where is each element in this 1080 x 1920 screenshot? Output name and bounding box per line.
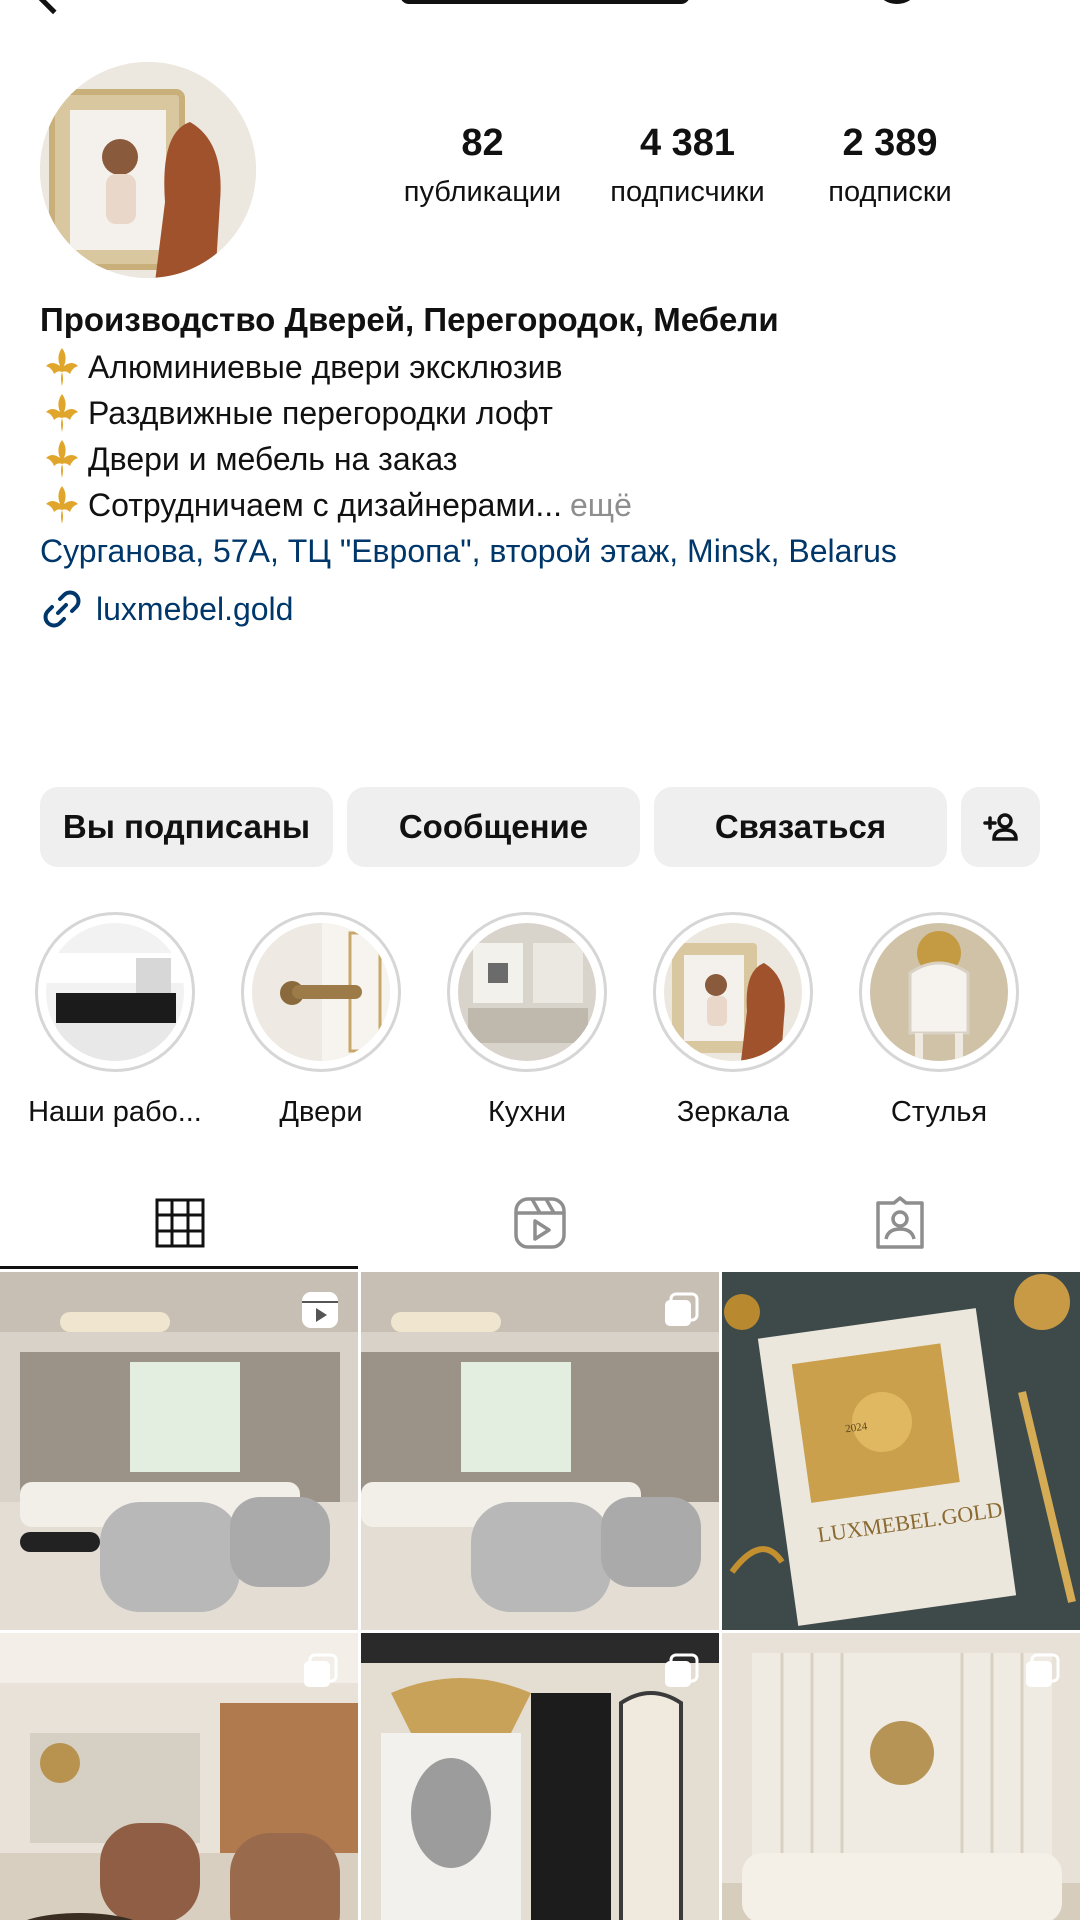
- more-link[interactable]: ещё: [570, 482, 632, 528]
- highlight-label: Кухни: [487, 1096, 567, 1128]
- post-tile[interactable]: [361, 1272, 719, 1630]
- highlight-ring: [241, 912, 401, 1072]
- bio-text: Алюминиевые двери эксклюзив: [88, 349, 563, 385]
- stat-label: подписки: [828, 176, 952, 208]
- profile-bio: Производство Дверей, Перегородок, Мебели…: [40, 296, 1050, 632]
- highlight-cover: [252, 923, 390, 1061]
- highlight-cover: [458, 923, 596, 1061]
- following-button[interactable]: Вы подписаны: [40, 787, 333, 867]
- website-link[interactable]: luxmebel.gold: [40, 586, 1050, 632]
- highlight-cover: [46, 923, 184, 1061]
- stat-value: 4 381: [639, 122, 736, 164]
- profile-stats: 82 публикации 4 381 подписчики 2 389 под…: [390, 120, 990, 212]
- tab-reels[interactable]: [360, 1180, 720, 1266]
- reels-icon: [514, 1197, 566, 1249]
- profile-tabs: [0, 1180, 1080, 1270]
- highlight-label: Двери: [279, 1096, 363, 1128]
- post-overlay-text: LUXMEBEL.GOLD 2024: [816, 1420, 1004, 1548]
- post-tile[interactable]: [0, 1272, 358, 1630]
- stat-value: 2 389: [842, 122, 938, 164]
- active-tab-indicator: [0, 1266, 358, 1269]
- highlight-mirrors[interactable]: Зеркала: [638, 912, 828, 1132]
- bio-text: Раздвижные перегородки лофт: [88, 395, 553, 431]
- story-highlights: Наши рабо... Двери Кухни Зеркала Стулья: [0, 912, 1080, 1132]
- profile-actions: Вы подписаны Сообщение Связаться: [40, 787, 1040, 867]
- profile-avatar[interactable]: [40, 62, 256, 278]
- suggest-users-button[interactable]: [961, 787, 1040, 867]
- followers-count[interactable]: 4 381 подписчики: [580, 120, 795, 212]
- stat-label: публикации: [403, 176, 562, 208]
- carousel-badge-icon: [665, 1653, 699, 1687]
- highlight-label: Зеркала: [676, 1096, 790, 1128]
- highlight-doors[interactable]: Двери: [226, 912, 416, 1132]
- tagged-icon: [876, 1196, 924, 1249]
- fleur-de-lis-icon: [46, 394, 78, 432]
- link-icon: [43, 590, 81, 628]
- following-count[interactable]: 2 389 подписки: [795, 120, 985, 212]
- bio-line: Алюминиевые двери эксклюзив: [40, 344, 1050, 390]
- stat-value: 82: [461, 122, 504, 164]
- bio-text: Сотрудничаем с дизайнерами...: [88, 487, 562, 523]
- post-tile[interactable]: [361, 1633, 719, 1920]
- highlight-chairs[interactable]: Стулья: [844, 912, 1034, 1132]
- bio-line: Сотрудничаем с дизайнерами... ещё: [40, 482, 1050, 528]
- highlight-label: Наши рабо...: [28, 1096, 202, 1128]
- add-person-icon: [982, 813, 1018, 841]
- highlight-ring: [859, 912, 1019, 1072]
- post-tile[interactable]: [722, 1633, 1080, 1920]
- reels-badge-icon: [302, 1292, 338, 1328]
- website-text: luxmebel.gold: [96, 591, 294, 627]
- tab-posts-grid[interactable]: [0, 1180, 360, 1266]
- highlight-works[interactable]: Наши рабо...: [20, 912, 210, 1132]
- post-tile[interactable]: LUXMEBEL.GOLD 2024: [722, 1272, 1080, 1630]
- posts-count[interactable]: 82 публикации: [385, 120, 580, 212]
- profile-name: Производство Дверей, Перегородок, Мебели: [40, 301, 779, 338]
- options-icon[interactable]: [880, 0, 914, 4]
- message-button[interactable]: Сообщение: [347, 787, 640, 867]
- carousel-badge-icon: [1026, 1653, 1060, 1687]
- posts-grid: LUXMEBEL.GOLD 2024: [0, 1272, 1080, 1920]
- top-bar: [0, 0, 1080, 20]
- highlight-cover: [870, 923, 1008, 1061]
- fleur-de-lis-icon: [46, 486, 78, 524]
- tab-tagged[interactable]: [720, 1180, 1080, 1266]
- bio-line: Раздвижные перегородки лофт: [40, 390, 1050, 436]
- highlight-ring: [447, 912, 607, 1072]
- address-link[interactable]: Сурганова, 57А, ТЦ "Европа", второй этаж…: [40, 528, 1050, 574]
- fleur-de-lis-icon: [46, 348, 78, 386]
- carousel-badge-icon: [304, 1653, 338, 1687]
- bio-line: Двери и мебель на заказ: [40, 436, 1050, 482]
- highlight-label: Стулья: [890, 1096, 988, 1128]
- back-icon[interactable]: [31, 0, 75, 15]
- post-year-text: 2024: [845, 1420, 869, 1435]
- carousel-badge-icon: [665, 1292, 699, 1326]
- grid-icon: [155, 1198, 205, 1248]
- highlight-ring: [35, 912, 195, 1072]
- post-brand-text: LUXMEBEL.GOLD: [816, 1497, 1004, 1548]
- highlight-cover: [664, 923, 802, 1061]
- fleur-de-lis-icon: [46, 440, 78, 478]
- bio-text: Двери и мебель на заказ: [88, 441, 458, 477]
- highlight-kitchens[interactable]: Кухни: [432, 912, 622, 1132]
- stat-label: подписчики: [610, 176, 765, 208]
- highlight-ring: [653, 912, 813, 1072]
- username-title: [400, 0, 690, 4]
- post-tile[interactable]: [0, 1633, 358, 1920]
- contact-button[interactable]: Связаться: [654, 787, 947, 867]
